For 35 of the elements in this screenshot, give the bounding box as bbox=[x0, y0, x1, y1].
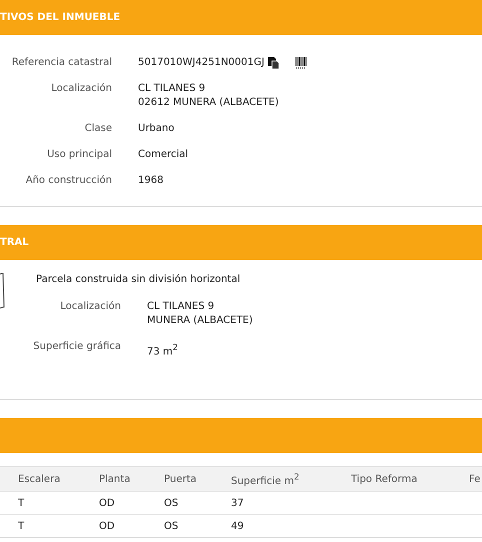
field-value: 73 m$^{2}$ bbox=[147, 341, 178, 360]
column-header: Escalera bbox=[18, 474, 60, 485]
section-header: TRAL bbox=[0, 225, 482, 260]
field-label: Localización bbox=[50, 82, 112, 96]
field-value: 5017010WJ4251N0001GJ bbox=[138, 56, 264, 70]
table-cell: OS bbox=[164, 498, 178, 509]
field-label: Superficie gráfica bbox=[32, 340, 121, 354]
field-value: Comercial bbox=[138, 148, 188, 162]
field-value: CL TILANES 9 bbox=[147, 300, 214, 314]
section-header: TIVOS DEL INMUEBLE bbox=[0, 0, 482, 35]
column-header: Tipo Reforma bbox=[351, 474, 418, 485]
barcode-icon[interactable] bbox=[295, 57, 308, 69]
column-header: Puerta bbox=[164, 474, 197, 485]
field-label: Uso principal bbox=[46, 148, 112, 162]
field-value: MUNERA (ALBACETE) bbox=[147, 314, 253, 328]
parcel-description: Parcela construida sin división horizontal bbox=[36, 273, 242, 287]
table-cell: T bbox=[18, 520, 24, 532]
table-cell: OD bbox=[99, 520, 115, 532]
table-cell: 37 bbox=[231, 498, 244, 509]
table-cell: T bbox=[18, 498, 24, 509]
column-header: Fe bbox=[469, 474, 480, 485]
field-value: 02612 MUNERA (ALBACETE) bbox=[138, 96, 279, 110]
field-value: Urbano bbox=[138, 122, 174, 136]
table-cell: OD bbox=[99, 498, 115, 509]
field-value: 1968 bbox=[138, 174, 164, 188]
field-label: Año construcción bbox=[24, 174, 112, 188]
field-value: CL TILANES 9 bbox=[138, 82, 206, 96]
column-header: Superficie m$^{2}$ bbox=[231, 476, 300, 487]
table-cell: OS bbox=[164, 520, 178, 532]
column-header: Planta bbox=[99, 474, 130, 485]
field-label: Referencia catastral bbox=[10, 56, 112, 70]
field-label: Localización bbox=[59, 300, 121, 314]
copy-icon[interactable] bbox=[268, 57, 280, 69]
field-label: Clase bbox=[84, 122, 112, 136]
table-cell: 49 bbox=[231, 520, 244, 532]
